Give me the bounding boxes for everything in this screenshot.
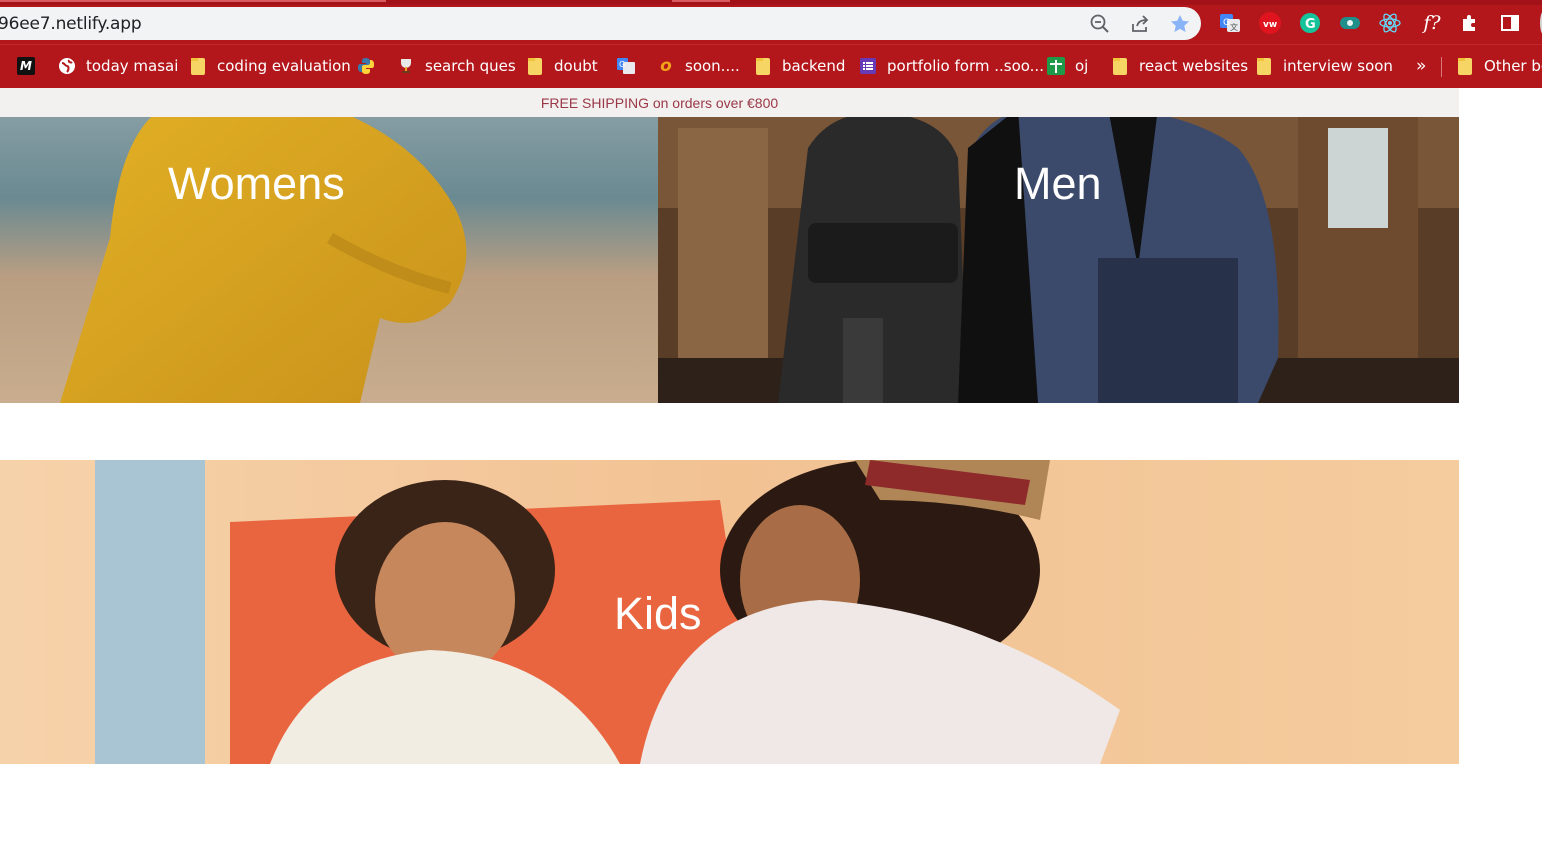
bookmark-backend[interactable]: backend (754, 54, 845, 78)
browser-toolbar: 96ee7.netlify.app G文 vw G f? (0, 0, 1542, 44)
womens-category-label[interactable]: Womens (168, 158, 345, 210)
bookmark-soon[interactable]: o soon.... (657, 54, 740, 78)
bookmarks-bar: M today masai coding evaluation search q… (0, 44, 1542, 88)
bookmark-label: Other bo (1484, 57, 1542, 75)
bookmarks-separator (1441, 57, 1442, 77)
other-bookmarks-folder[interactable]: Other bo (1456, 54, 1542, 78)
bookmark-translate[interactable]: G (617, 54, 645, 78)
kids-photo (0, 460, 1459, 764)
zoom-out-icon[interactable] (1089, 13, 1111, 35)
orange-o-icon: o (660, 56, 672, 76)
side-panel-icon[interactable] (1498, 11, 1522, 35)
address-bar[interactable]: 96ee7.netlify.app (0, 7, 1201, 40)
bookmark-label: react websites (1139, 57, 1249, 75)
folder-icon (1255, 57, 1273, 75)
bookmark-today-masai[interactable]: today masai (58, 54, 178, 78)
svg-text:G: G (619, 60, 625, 69)
free-shipping-text: FREE SHIPPING on orders over €800 (540, 94, 779, 111)
google-translate-icon[interactable]: G文 (1218, 11, 1242, 35)
bookmark-label: backend (782, 57, 846, 75)
svg-text:文: 文 (1230, 22, 1238, 32)
tab-strip (0, 0, 1542, 5)
bookmark-label: search ques (425, 57, 516, 75)
bookmark-doubt[interactable]: doubt (526, 54, 598, 78)
bookmark-react-websites[interactable]: react websites (1111, 54, 1248, 78)
men-photo (658, 88, 1459, 403)
bookmark-star-icon[interactable] (1169, 13, 1191, 35)
bookmark-python[interactable] (357, 54, 385, 78)
forms-icon (859, 57, 877, 75)
bookmark-label: interview soon (1283, 57, 1393, 75)
folder-icon (189, 57, 207, 75)
grammarly-icon[interactable]: G (1298, 11, 1322, 35)
translate-icon: G (617, 57, 635, 75)
formula-extension-icon[interactable]: f? (1418, 11, 1446, 35)
bookmark-interview-soon[interactable]: interview soon (1255, 54, 1393, 78)
bookmark-label: coding evaluation (217, 57, 351, 75)
extensions-puzzle-icon[interactable] (1458, 11, 1482, 35)
trophy-icon (397, 57, 415, 75)
bookmark-label: doubt (554, 57, 598, 75)
bookmark-label: portfolio form ..soo... (887, 57, 1044, 75)
bookmark-masai[interactable]: M (17, 54, 45, 78)
svg-text:G: G (1305, 17, 1316, 32)
svg-text:vw: vw (1263, 20, 1277, 30)
vw-extension-icon[interactable]: vw (1258, 11, 1282, 35)
bookmark-portfolio-form[interactable]: portfolio form ..soo... (859, 54, 1044, 78)
url-text[interactable]: 96ee7.netlify.app (0, 14, 142, 34)
bookmark-oj[interactable]: oj (1047, 54, 1088, 78)
python-icon (357, 57, 375, 75)
bookmark-label: today masai (86, 57, 179, 75)
share-icon[interactable] (1129, 13, 1151, 35)
page-viewport: Womens Men FREE SHIPPING on orders over … (0, 88, 1542, 867)
folder-icon (526, 57, 544, 75)
kids-category-label[interactable]: Kids (614, 588, 702, 640)
more-bookmarks-button[interactable]: » (1416, 54, 1426, 78)
folder-icon (1456, 57, 1474, 75)
folder-icon (1111, 57, 1129, 75)
bookmark-search-ques[interactable]: search ques (397, 54, 516, 78)
men-category-label[interactable]: Men (1014, 158, 1102, 210)
bookmark-label: soon.... (685, 57, 740, 75)
green-plus-icon (1047, 57, 1065, 75)
react-devtools-icon[interactable] (1378, 11, 1402, 35)
kids-category-tile[interactable]: Kids (0, 460, 1459, 764)
men-category-tile[interactable]: Men (658, 88, 1459, 403)
more-bookmarks-chevron-icon: » (1416, 56, 1427, 76)
profile-avatar[interactable] (1532, 11, 1542, 35)
womens-photo (0, 88, 658, 403)
bookmark-label: oj (1075, 57, 1089, 75)
bookmark-coding-evaluation[interactable]: coding evaluation (189, 54, 351, 78)
screen-recorder-icon[interactable] (1338, 11, 1362, 35)
womens-category-tile[interactable]: Womens (0, 88, 658, 403)
svg-text:G: G (1223, 18, 1230, 28)
masai-logo-icon: M (17, 57, 35, 75)
globe-icon (58, 57, 76, 75)
free-shipping-banner: FREE SHIPPING on orders over €800 (0, 88, 1459, 117)
folder-icon (754, 57, 772, 75)
